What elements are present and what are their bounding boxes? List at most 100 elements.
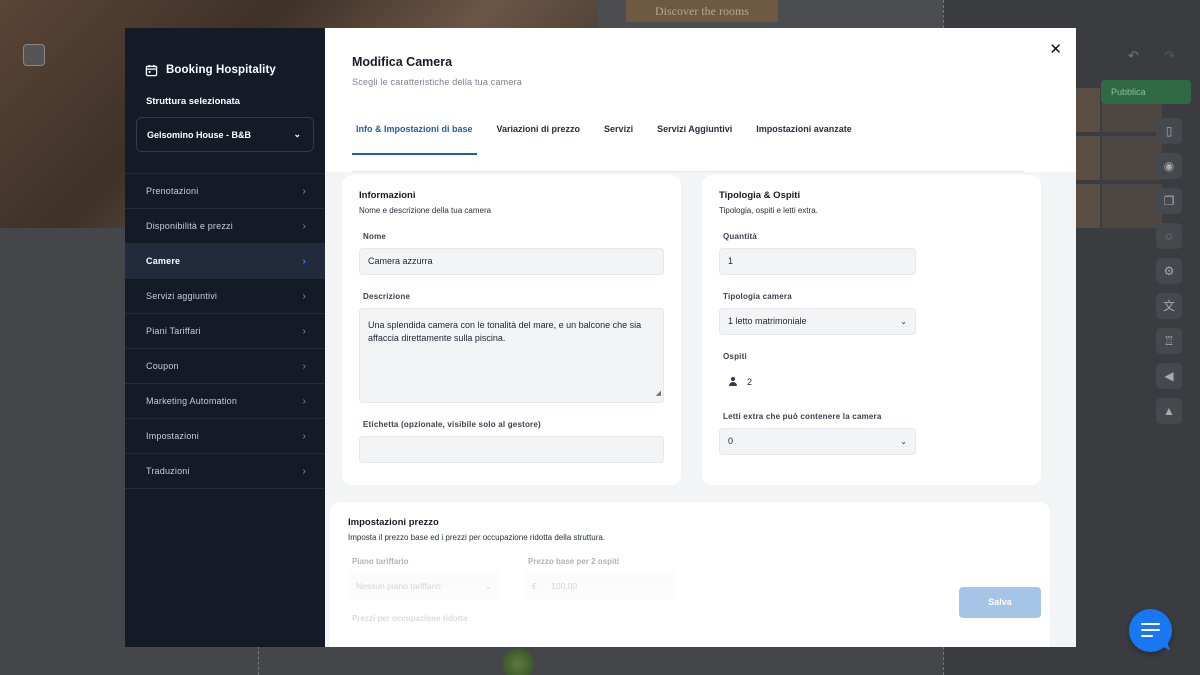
- edit-room-modal: Booking Hospitality Struttura selezionat…: [125, 28, 1076, 647]
- close-icon[interactable]: ✕: [1049, 40, 1062, 58]
- tab-info[interactable]: Info & Impostazioni di base: [352, 120, 477, 155]
- megaphone-icon: ◀: [1156, 363, 1182, 389]
- chevron-right-icon: ›: [302, 395, 306, 407]
- chevron-down-icon: ⌄: [900, 437, 907, 446]
- description-label: Descrizione: [363, 292, 411, 301]
- background-discover-button: Discover the rooms: [626, 0, 778, 22]
- sidebar-item-camere[interactable]: Camere ›: [125, 244, 325, 279]
- page-subtitle: Scegli le caratteristiche della tua came…: [352, 77, 522, 87]
- chevron-down-icon: ⌄: [484, 581, 492, 591]
- undo-icon: ↶: [1128, 48, 1139, 63]
- price-card-title: Impostazioni prezzo: [348, 517, 439, 528]
- background-guide-line: [258, 646, 259, 675]
- sidebar-item-traduzioni[interactable]: Traduzioni ›: [125, 454, 325, 489]
- quantity-label: Quantità: [723, 232, 758, 241]
- base-price-label: Prezzo base per 2 ospiti: [528, 557, 620, 566]
- base-price-column: Prezzo base per 2 ospiti € 100,00: [524, 557, 676, 600]
- room-type-label: Tipologia camera: [723, 292, 792, 301]
- chevron-right-icon: ›: [302, 430, 306, 442]
- cards-row: Informazioni Nome e descrizione della tu…: [342, 175, 1041, 485]
- graduation-icon: ▲: [1156, 398, 1182, 424]
- tab-price-variations[interactable]: Variazioni di prezzo: [485, 120, 593, 147]
- sidebar-item-label: Camere: [146, 256, 181, 266]
- tab-advanced-settings[interactable]: Impostazioni avanzate: [744, 120, 864, 147]
- price-settings-card: Impostazioni prezzo Imposta il prezzo ba…: [330, 502, 1050, 647]
- brand: Booking Hospitality: [125, 28, 325, 86]
- chevron-right-icon: ›: [302, 360, 306, 372]
- guests-field[interactable]: 2: [719, 368, 1024, 395]
- tab-services[interactable]: Servizi: [592, 120, 645, 147]
- chat-line: [1141, 623, 1160, 626]
- price-row: Piano tariffario Nessun piano tariffario…: [348, 557, 1032, 600]
- chevron-right-icon: ›: [302, 220, 306, 232]
- extra-beds-select[interactable]: 0 ⌄: [719, 428, 916, 455]
- extra-beds-value: 0: [728, 436, 734, 446]
- rate-plan-column: Piano tariffario Nessun piano tariffario…: [348, 557, 500, 600]
- chat-line: [1141, 635, 1153, 638]
- sidebar-item-marketing[interactable]: Marketing Automation ›: [125, 384, 325, 419]
- modal-header: Modifica Camera Scegli le caratteristich…: [325, 28, 1076, 110]
- info-card-subtitle: Nome e descrizione della tua camera: [359, 206, 492, 215]
- chat-line: [1141, 629, 1160, 632]
- info-card: Informazioni Nome e descrizione della tu…: [342, 175, 681, 485]
- room-type-value: 1 letto matrimoniale: [728, 316, 807, 326]
- tag-input[interactable]: [359, 436, 664, 463]
- structure-select[interactable]: Gelsomino House - B&B ⌄: [136, 117, 314, 152]
- description-textarea[interactable]: Una splendida camera con le tonalità del…: [359, 308, 664, 403]
- translate-icon: 文: [1156, 293, 1182, 319]
- rate-plan-value: Nessun piano tariffario: [356, 581, 441, 591]
- rate-plan-label: Piano tariffario: [352, 557, 409, 566]
- calendar-icon: [145, 64, 158, 76]
- type-guests-card: Tipologia & Ospiti Tipologia, ospiti e l…: [702, 175, 1041, 485]
- rate-plan-select[interactable]: Nessun piano tariffario ⌄: [348, 573, 500, 600]
- brush-icon: ♖: [1156, 328, 1182, 354]
- guests-value: 2: [747, 376, 753, 387]
- sidebar: Booking Hospitality Struttura selezionat…: [125, 28, 325, 647]
- extra-beds-label: Letti extra che può contenere la camera: [723, 412, 882, 421]
- type-card-title: Tipologia & Ospiti: [719, 190, 801, 201]
- chevron-right-icon: ›: [302, 290, 306, 302]
- price-card-subtitle: Imposta il prezzo base ed i prezzi per o…: [348, 533, 606, 542]
- sidebar-item-disponibilita[interactable]: Disponibilità e prezzi ›: [125, 209, 325, 244]
- chevron-right-icon: ›: [302, 325, 306, 337]
- base-price-input[interactable]: € 100,00: [524, 573, 676, 600]
- chevron-right-icon: ›: [302, 255, 306, 267]
- sidebar-item-label: Prenotazioni: [146, 186, 199, 196]
- description-text: Una splendida camera con le tonalità del…: [368, 320, 642, 343]
- sidebar-item-impostazioni[interactable]: Impostazioni ›: [125, 419, 325, 454]
- sidebar-item-label: Impostazioni: [146, 431, 199, 441]
- sidebar-nav: Prenotazioni › Disponibilità e prezzi › Ca…: [125, 173, 325, 489]
- layers-icon: ❐: [1156, 188, 1182, 214]
- type-card-subtitle: Tipologia, ospiti e letti extra.: [719, 206, 818, 215]
- tab-additional-services[interactable]: Servizi Aggiuntivi: [645, 120, 744, 147]
- chevron-right-icon: ›: [302, 465, 306, 477]
- resize-handle-icon[interactable]: ◢: [656, 387, 661, 400]
- quantity-input[interactable]: 1: [719, 248, 916, 275]
- sidebar-item-coupon[interactable]: Coupon ›: [125, 349, 325, 384]
- background-widget-icon: [23, 44, 45, 66]
- chat-button[interactable]: [1129, 609, 1172, 653]
- chevron-right-icon: ›: [302, 185, 306, 197]
- euro-icon: €: [532, 581, 537, 591]
- background-toolbar: ▯ ◉ ❐ ◌ ⚙ 文 ♖ ◀ ▲: [1156, 118, 1184, 433]
- sidebar-item-label: Coupon: [146, 361, 179, 371]
- background-publish-button: Pubblica: [1101, 80, 1191, 104]
- gear-icon: ⚙: [1156, 258, 1182, 284]
- guests-label: Ospiti: [723, 352, 747, 361]
- room-type-select[interactable]: 1 letto matrimoniale ⌄: [719, 308, 916, 335]
- sidebar-item-prenotazioni[interactable]: Prenotazioni ›: [125, 174, 325, 209]
- name-input[interactable]: Camera azzurra: [359, 248, 664, 275]
- redo-icon: ↷: [1164, 48, 1175, 63]
- modal-content: Modifica Camera Scegli le caratteristich…: [325, 28, 1076, 647]
- tag-label: Etichetta (opzionale, visibile solo al g…: [363, 420, 541, 429]
- bulb-icon: ◌: [1156, 223, 1182, 249]
- background-thumbnails: [1102, 88, 1162, 228]
- person-icon: [729, 377, 737, 386]
- sidebar-item-label: Traduzioni: [146, 466, 190, 476]
- sidebar-item-label: Servizi aggiuntivi: [146, 291, 218, 301]
- sidebar-item-piani-tariffari[interactable]: Piani Tariffari ›: [125, 314, 325, 349]
- save-button[interactable]: Salva: [959, 587, 1041, 618]
- page-title: Modifica Camera: [352, 55, 453, 69]
- info-card-title: Informazioni: [359, 190, 416, 201]
- sidebar-item-servizi-aggiuntivi[interactable]: Servizi aggiuntivi ›: [125, 279, 325, 314]
